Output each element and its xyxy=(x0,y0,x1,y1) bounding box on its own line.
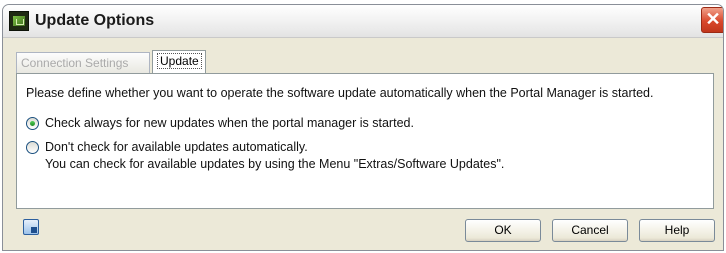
radio-dont-check[interactable] xyxy=(26,141,39,154)
title-bar[interactable]: Update Options ✕ xyxy=(3,5,723,38)
help-context-icon[interactable] xyxy=(23,219,39,235)
tab-connection-settings[interactable]: Connection Settings xyxy=(16,52,150,73)
tab-update-label: Update xyxy=(157,53,202,69)
option-check-always-label[interactable]: Check always for new updates when the po… xyxy=(45,116,414,130)
option-dont-check-label[interactable]: Don't check for available updates automa… xyxy=(45,140,308,154)
panel-description: Please define whether you want to operat… xyxy=(26,86,654,100)
close-icon[interactable]: ✕ xyxy=(701,7,723,33)
update-options-dialog: Update Options ✕ Connection Settings Upd… xyxy=(2,4,724,251)
ok-button[interactable]: OK xyxy=(465,219,541,242)
help-button[interactable]: Help xyxy=(639,219,715,242)
app-icon xyxy=(9,11,29,31)
cancel-button[interactable]: Cancel xyxy=(552,219,628,242)
update-panel: Please define whether you want to operat… xyxy=(16,73,714,209)
window-title: Update Options xyxy=(35,12,155,29)
option-dont-check-sublabel: You can check for available updates by u… xyxy=(45,157,505,171)
radio-check-always[interactable] xyxy=(26,117,39,130)
tab-update[interactable]: Update xyxy=(152,50,206,73)
